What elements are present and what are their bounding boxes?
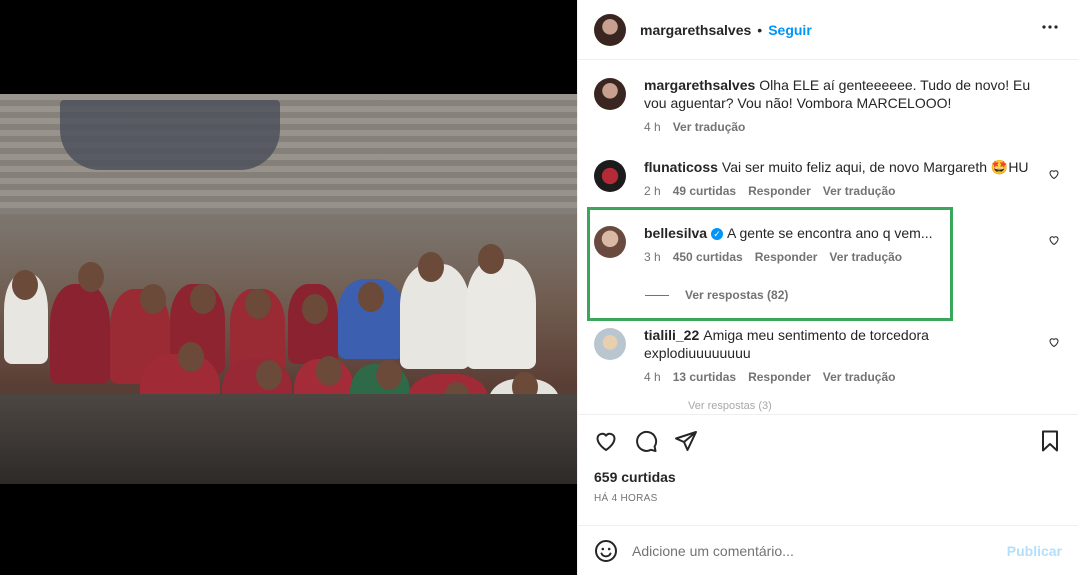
avatar[interactable] [594, 328, 626, 360]
translate-link[interactable]: Ver tradução [829, 248, 902, 266]
comments-list[interactable]: margarethsalves Olha ELE aí genteeeeee. T… [578, 60, 1078, 414]
comment-author[interactable]: flunaticoss [644, 159, 718, 175]
add-comment-bar: Publicar [578, 525, 1078, 575]
avatar[interactable] [594, 160, 626, 192]
club-crest-banner [60, 100, 280, 170]
comment-text: A gente se encontra ano q vem... [727, 225, 933, 241]
comment-time[interactable]: 4 h [644, 368, 661, 386]
translate-link[interactable]: Ver tradução [673, 118, 746, 136]
team-photo[interactable] [0, 94, 577, 484]
comment-icon[interactable] [634, 429, 658, 453]
comment-time[interactable]: 3 h [644, 248, 661, 266]
post-dialog: margarethsalves • Seguir margarethsalves… [0, 0, 1078, 575]
post-time[interactable]: HÁ 4 HORAS [594, 493, 1062, 504]
avatar[interactable] [594, 226, 626, 258]
comment-likes[interactable]: 49 curtidas [673, 182, 736, 200]
comment-item: flunaticoss Vai ser muito feliz aqui, de … [594, 158, 1062, 200]
follow-button[interactable]: Seguir [768, 22, 812, 38]
comment-likes[interactable]: 450 curtidas [673, 248, 743, 266]
comment-item: tialili_22 Amiga meu sentimento de torced… [594, 326, 1062, 386]
view-replies-button[interactable]: Ver respostas (82) [645, 288, 1062, 302]
post-actions: 659 curtidas HÁ 4 HORAS [578, 414, 1078, 504]
heart-icon[interactable] [594, 429, 618, 453]
comment-input[interactable] [632, 542, 1007, 559]
reply-button[interactable]: Responder [755, 248, 818, 266]
author-username[interactable]: margarethsalves [640, 22, 751, 38]
caption: margarethsalves Olha ELE aí genteeeeee. T… [594, 76, 1062, 136]
post-media [0, 0, 577, 575]
likes-count[interactable]: 659 curtidas [594, 469, 1062, 485]
translate-link[interactable]: Ver tradução [823, 182, 896, 200]
translate-link[interactable]: Ver tradução [823, 368, 896, 386]
send-icon[interactable] [674, 429, 698, 453]
more-options-icon[interactable] [1038, 15, 1062, 44]
post-side-panel: margarethsalves • Seguir margarethsalves… [577, 0, 1078, 575]
bookmark-icon[interactable] [1038, 429, 1062, 453]
comment-likes[interactable]: 13 curtidas [673, 368, 736, 386]
author-avatar[interactable] [594, 13, 626, 46]
post-header: margarethsalves • Seguir [578, 0, 1078, 60]
reply-button[interactable]: Responder [748, 368, 811, 386]
comment-like-icon[interactable] [1048, 336, 1060, 348]
comment-author[interactable]: tialili_22 [644, 327, 699, 343]
view-replies-label: Ver respostas (82) [685, 288, 789, 302]
comment-like-icon[interactable] [1048, 234, 1060, 246]
emoji-icon[interactable] [594, 539, 618, 563]
verified-badge-icon: ✓ [711, 228, 724, 240]
comment-text: Vai ser muito feliz aqui, de novo Margar… [721, 159, 1029, 175]
comment-item: bellesilva ✓ A gente se encontra ano q vem… [594, 224, 1062, 266]
caption-time[interactable]: 4 h [644, 118, 661, 136]
reply-button[interactable]: Responder [748, 182, 811, 200]
comment-like-icon[interactable] [1048, 168, 1060, 180]
separator-dot: • [757, 21, 763, 38]
replies-divider [645, 294, 669, 296]
avatar[interactable] [594, 78, 626, 110]
comment-author[interactable]: bellesilva [644, 225, 707, 241]
caption-author[interactable]: margarethsalves [644, 77, 755, 93]
view-replies-button[interactable]: Ver respostas (3) [688, 400, 1062, 412]
publish-button[interactable]: Publicar [1007, 543, 1062, 559]
comment-time[interactable]: 2 h [644, 182, 661, 200]
